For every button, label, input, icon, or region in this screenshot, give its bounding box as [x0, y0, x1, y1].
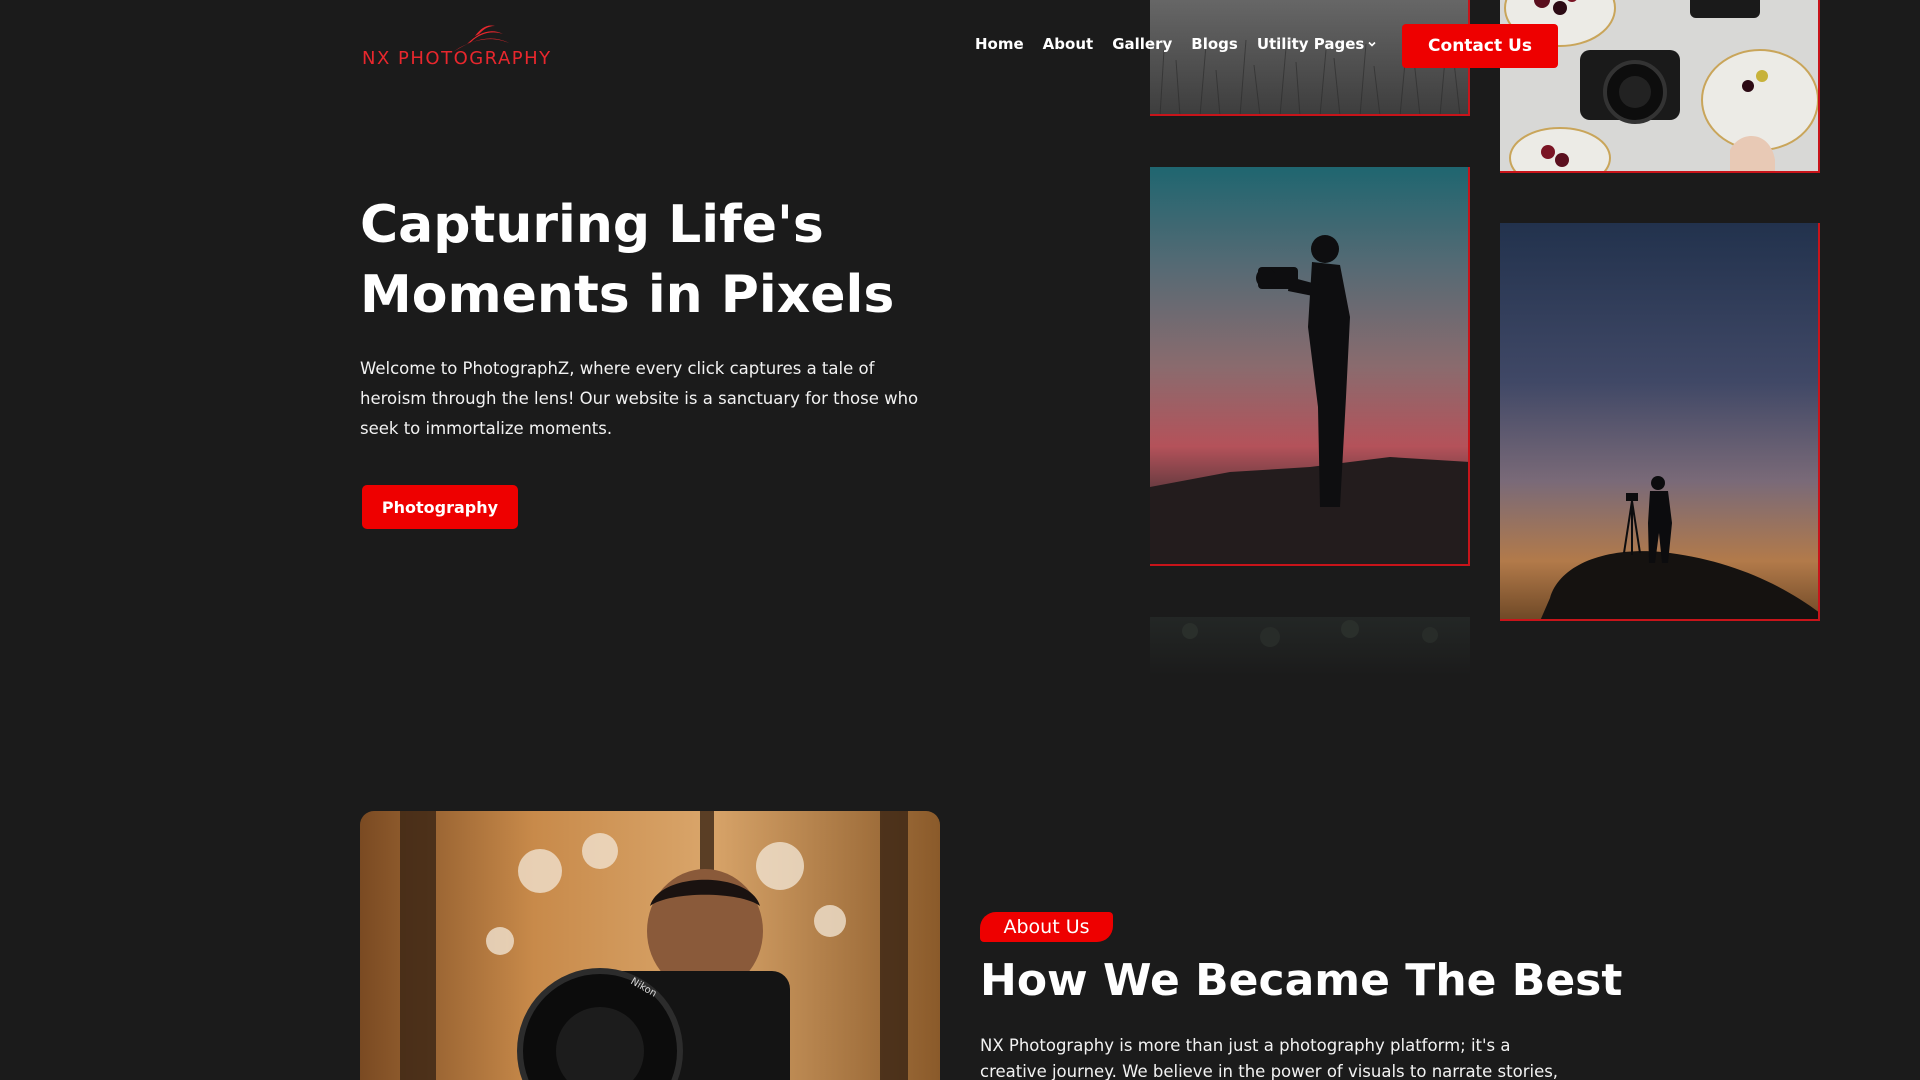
nav-item-label: About: [1042, 35, 1094, 53]
nav-item-blogs[interactable]: Blogs: [1191, 35, 1238, 53]
gallery-photo-photographer-silhouette[interactable]: [1150, 167, 1470, 566]
about-text: NX Photography is more than just a photo…: [980, 1036, 1559, 1080]
hero-title: Capturing Life's Moments in Pixels: [360, 190, 920, 330]
gallery-photo-foliage[interactable]: [1150, 617, 1470, 677]
about-photographer-image: Nikon: [360, 811, 940, 1080]
about-us-badge: About Us: [980, 912, 1113, 942]
nav-item-label: Utility Pages: [1256, 35, 1365, 53]
nav-item-label: Home: [975, 35, 1024, 53]
chevron-down-icon: [1368, 41, 1376, 47]
hero-title-line-1: Capturing Life's: [360, 195, 824, 255]
about-title: How We Became The Best: [980, 955, 1623, 1006]
nav-item-gallery[interactable]: Gallery: [1112, 35, 1172, 53]
hero-description: Welcome to PhotographZ, where every clic…: [360, 359, 919, 438]
main-nav: Home About Gallery Blogs Utility Pages: [975, 35, 1396, 53]
nav-item-label: Blogs: [1191, 35, 1238, 53]
gallery-photo-tripod-silhouette[interactable]: [1500, 223, 1820, 621]
logo-text: NX PHOTOGRAPHY: [362, 48, 552, 69]
nav-item-utility-pages[interactable]: Utility Pages: [1257, 35, 1378, 53]
hero-title-line-2: Moments in Pixels: [360, 265, 895, 325]
contact-us-button[interactable]: Contact Us: [1402, 24, 1558, 68]
logo[interactable]: NX PHOTOGRAPHY: [360, 24, 560, 74]
nav-item-home[interactable]: Home: [975, 35, 1024, 53]
photography-button[interactable]: Photography: [362, 485, 518, 529]
nav-item-about[interactable]: About: [1043, 35, 1094, 53]
nav-item-label: Gallery: [1112, 35, 1173, 53]
